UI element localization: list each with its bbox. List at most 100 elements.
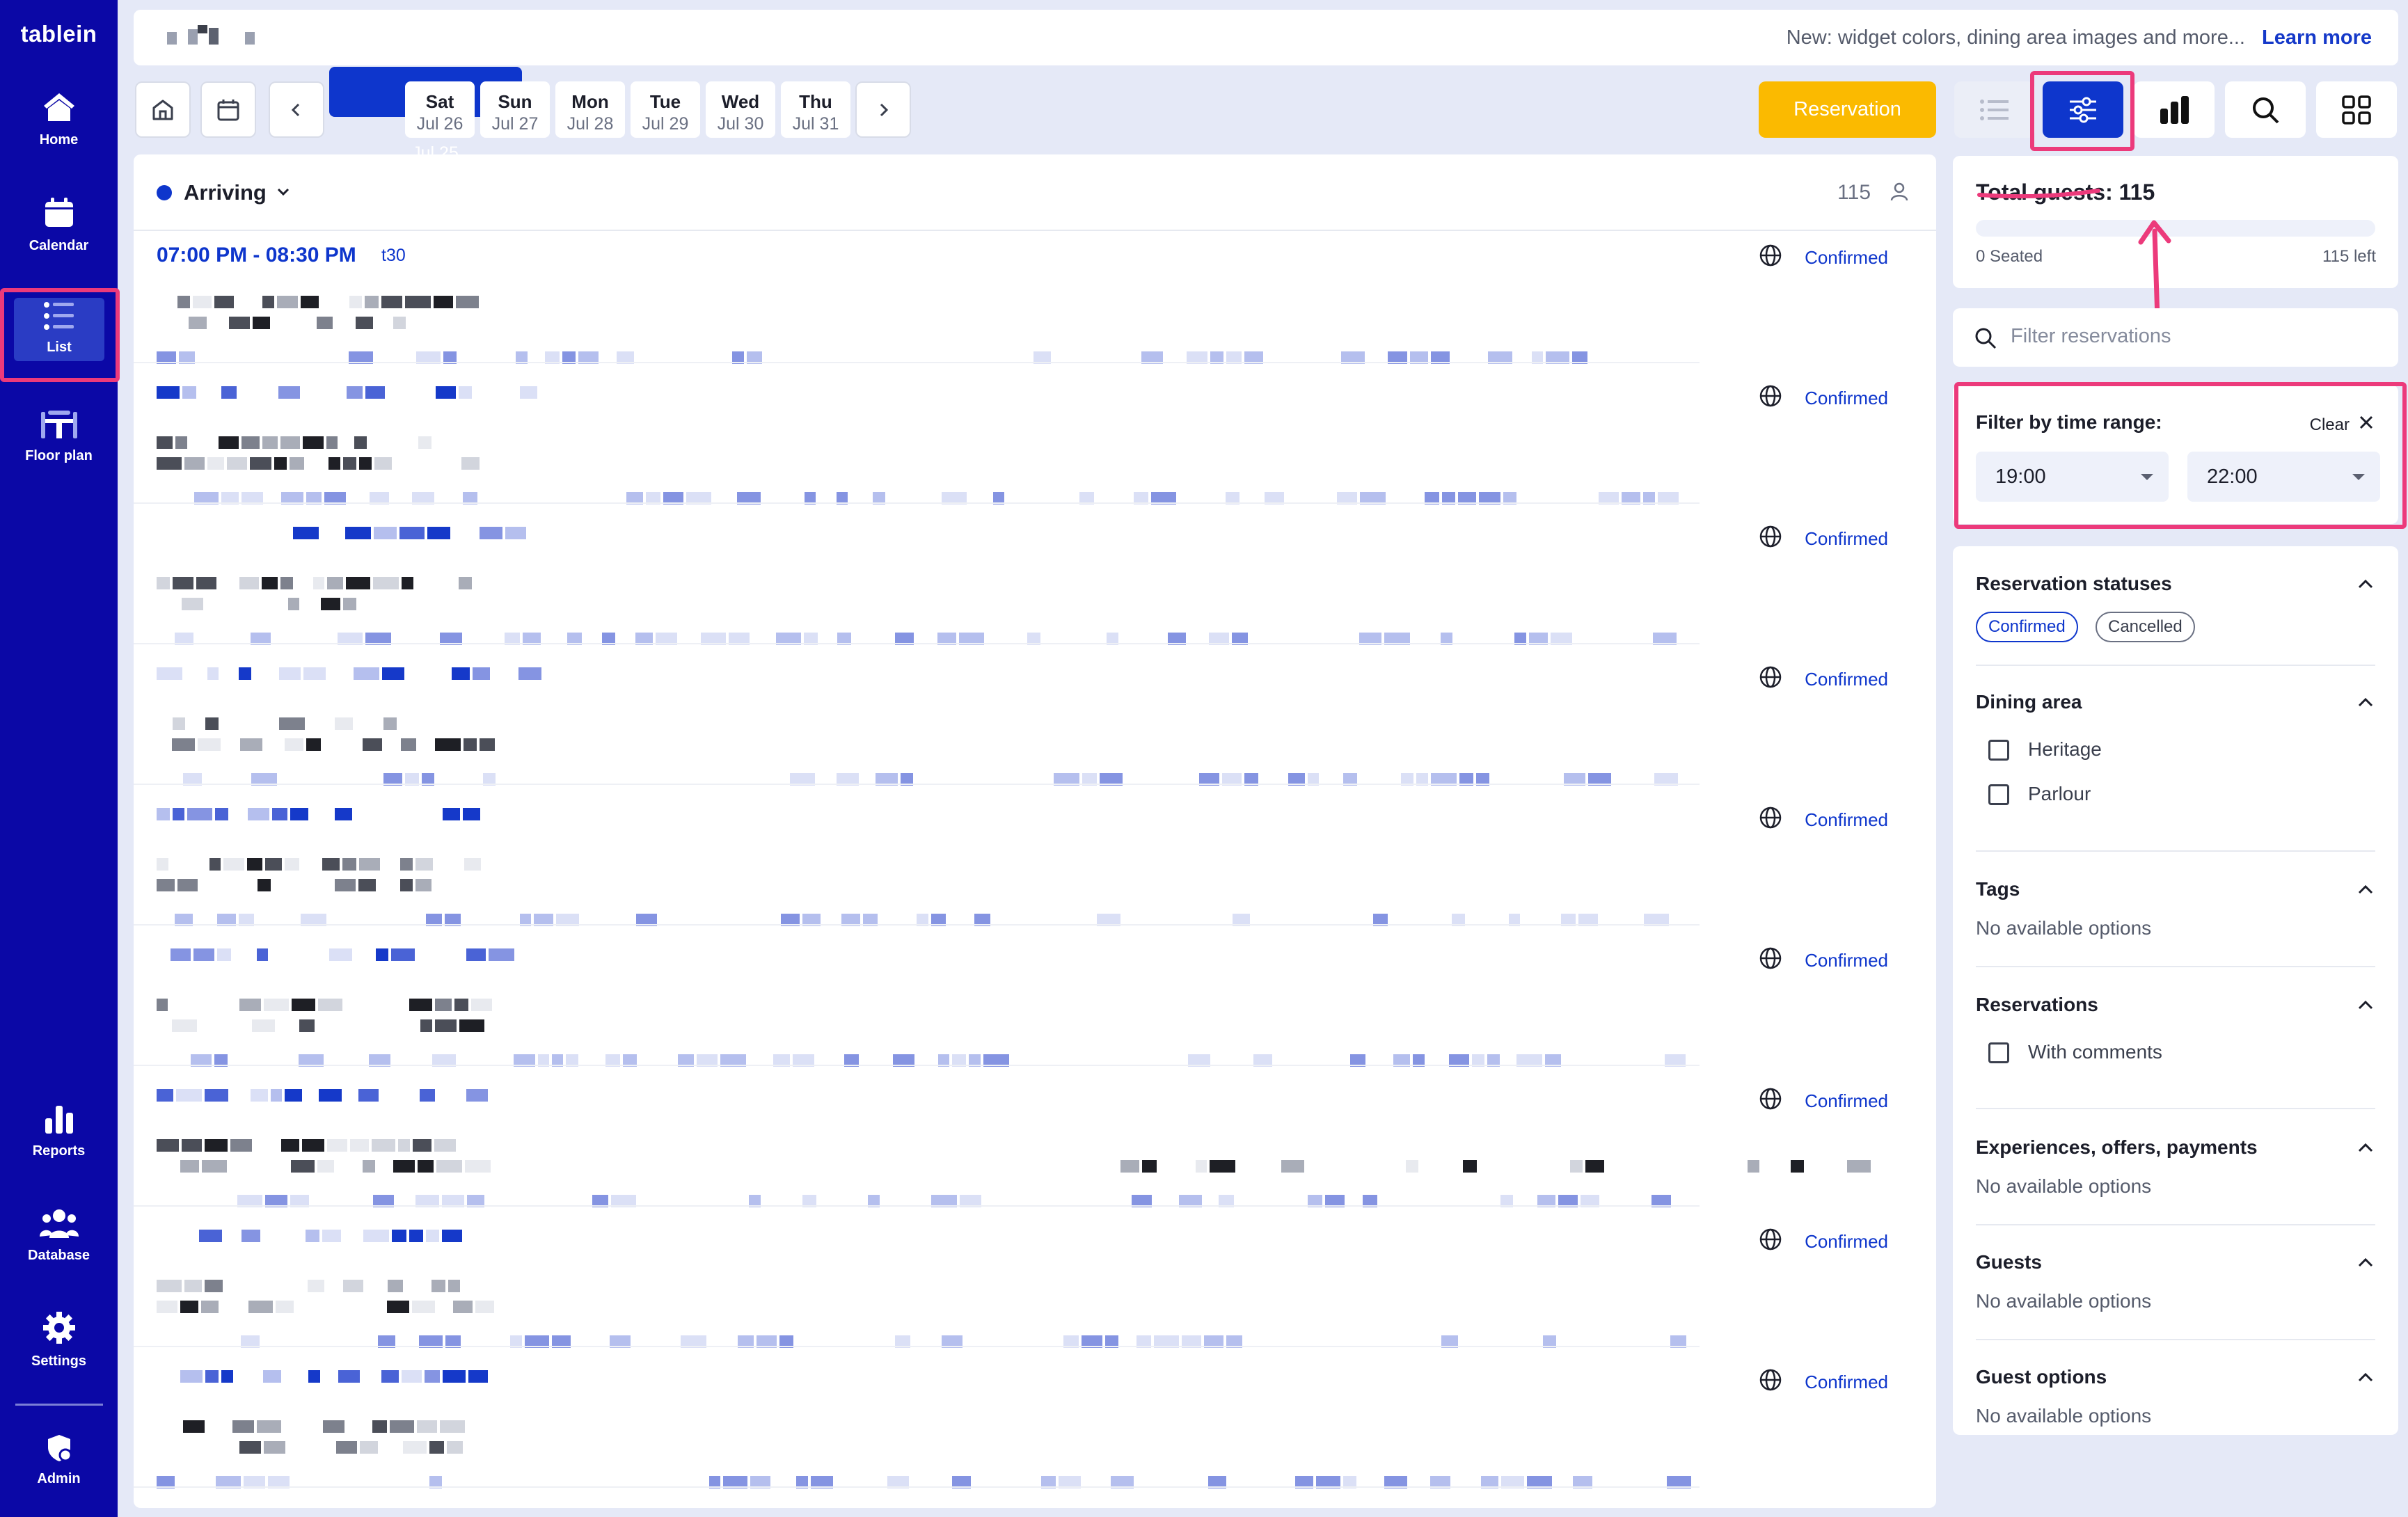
close-icon[interactable] — [2358, 414, 2375, 431]
sidebar-item-calendar[interactable]: Calendar — [0, 196, 118, 254]
list-icon — [1980, 99, 2009, 120]
time-range-filter: Filter by time range: Clear 19:00 22:00 — [1953, 385, 2398, 524]
globe-icon — [1759, 244, 1782, 267]
sidebar-item-label: Calendar — [29, 238, 89, 253]
globe-icon — [1759, 1088, 1782, 1110]
day-tab-sat[interactable]: Sat Jul 26 — [405, 81, 475, 138]
calendar-icon — [45, 198, 73, 227]
admin-shield-icon — [47, 1435, 72, 1462]
day-date: Jul 27 — [491, 114, 539, 134]
day-name: Tue — [649, 91, 681, 112]
day-tab-tue[interactable]: Tue Jul 29 — [631, 81, 700, 138]
no-options-text: No available options — [1976, 1405, 2152, 1427]
users-icon — [39, 1209, 79, 1238]
home-icon — [43, 93, 74, 121]
globe-icon — [1759, 1369, 1782, 1391]
sidebar-item-floor-plan[interactable]: Floor plan — [0, 409, 118, 464]
globe-icon — [1759, 947, 1782, 969]
search-icon — [1975, 328, 1997, 349]
time-to-value: 22:00 — [2207, 466, 2258, 488]
sidebar-item-reports[interactable]: Reports — [0, 1103, 118, 1159]
learn-more-link[interactable]: Learn more — [2262, 26, 2372, 49]
row-divider — [134, 1205, 1700, 1207]
search-button[interactable] — [2225, 81, 2306, 138]
status-dot — [157, 185, 172, 200]
sliders-icon — [2070, 97, 2096, 122]
time-to-select[interactable]: 22:00 — [2187, 452, 2380, 502]
filter-sections-card: Reservation statuses Confirmed Cancelled… — [1953, 546, 2398, 1435]
filter-reservations-search[interactable]: Filter reservations — [1953, 308, 2398, 367]
row-divider — [134, 784, 1700, 785]
chevron-up-icon[interactable] — [2356, 1253, 2375, 1272]
row-divider — [134, 502, 1700, 504]
sidebar-item-label: List — [47, 340, 72, 355]
reservation-status: Confirmed — [1805, 388, 1888, 408]
sidebar-item-admin[interactable]: Admin — [0, 1433, 118, 1487]
chevron-up-icon[interactable] — [2356, 1367, 2375, 1387]
checkbox-parlour[interactable] — [1988, 784, 2009, 805]
chevron-up-icon[interactable] — [2356, 1138, 2375, 1157]
checkbox-label: Heritage — [2028, 738, 2102, 760]
filters-button[interactable] — [2043, 81, 2123, 138]
calendar-outline-icon — [217, 99, 239, 120]
chevron-up-icon[interactable] — [2356, 880, 2375, 899]
prev-week-button[interactable] — [269, 81, 324, 138]
divider — [1976, 1224, 2375, 1225]
time-from-select[interactable]: 19:00 — [1976, 452, 2169, 502]
sidebar-item-home[interactable]: Home — [0, 90, 118, 148]
grid-view-button[interactable] — [2316, 81, 2397, 138]
row-divider — [134, 362, 1700, 363]
section-title: Tags — [1976, 878, 2020, 900]
globe-icon — [1759, 385, 1782, 407]
day-name: Thu — [799, 91, 832, 112]
sidebar-item-database[interactable]: Database — [0, 1207, 118, 1264]
row-divider — [134, 1346, 1700, 1347]
sidebar-item-settings[interactable]: Settings — [0, 1310, 118, 1369]
section-title: Reservation statuses — [1976, 573, 2172, 594]
date-picker-button[interactable] — [200, 81, 256, 138]
home-outline-icon — [152, 100, 173, 120]
today-button[interactable] — [135, 81, 191, 138]
status-chip-cancelled[interactable]: Cancelled — [2096, 612, 2195, 642]
no-options-text: No available options — [1976, 917, 2152, 939]
reservation-status: Confirmed — [1805, 528, 1888, 549]
day-tab-sun[interactable]: Sun Jul 27 — [480, 81, 550, 138]
clear-time-range-button[interactable]: Clear — [2310, 415, 2350, 435]
chevron-up-icon[interactable] — [2356, 692, 2375, 712]
checkbox-heritage[interactable] — [1988, 740, 2009, 761]
new-reservation-button[interactable]: Reservation — [1759, 81, 1936, 138]
stats-button[interactable] — [2134, 81, 2215, 138]
filter-reservations-placeholder: Filter reservations — [2011, 325, 2171, 347]
status-chip-confirmed[interactable]: Confirmed — [1976, 612, 2078, 642]
reservation-list-panel: Arriving 115 07:00 PM - 08:30 PM t30 Con… — [134, 154, 1936, 1508]
sidebar-item-label: Reports — [32, 1143, 86, 1159]
next-week-button[interactable] — [855, 81, 911, 138]
divider — [1976, 966, 2375, 967]
bar-chart-icon — [45, 1106, 73, 1134]
reservation-status: Confirmed — [1805, 1372, 1888, 1392]
checkbox-with-comments[interactable] — [1988, 1042, 2009, 1063]
arriving-filter-dropdown[interactable]: Arriving — [184, 180, 267, 205]
day-date: Jul 26 — [416, 114, 464, 134]
sidebar-item-label: Admin — [37, 1471, 81, 1486]
day-tab-mon[interactable]: Mon Jul 28 — [555, 81, 625, 138]
reservation-status: Confirmed — [1805, 669, 1888, 690]
globe-icon — [1759, 807, 1782, 829]
day-date: Jul 29 — [642, 114, 689, 134]
section-title: Guests — [1976, 1251, 2042, 1273]
sidebar-item-label: Home — [39, 132, 79, 148]
tablein-logo[interactable]: tablein — [0, 21, 118, 47]
chevron-down-icon[interactable] — [275, 184, 292, 200]
section-title: Experiences, offers, payments — [1976, 1136, 2258, 1158]
reservation-status: Confirmed — [1805, 809, 1888, 830]
news-text: New: widget colors, dining area images a… — [1786, 26, 2245, 49]
day-tab-wed[interactable]: Wed Jul 30 — [706, 81, 775, 138]
sidebar-item-label: Floor plan — [25, 448, 93, 463]
sidebar-item-list[interactable]: List — [14, 298, 104, 361]
chevron-up-icon[interactable] — [2356, 995, 2375, 1015]
list-view-button[interactable] — [1954, 81, 2035, 138]
sidebar: tablein Home Calendar List Floor plan Re… — [0, 0, 118, 1517]
day-tab-thu[interactable]: Thu Jul 31 — [781, 81, 850, 138]
chevron-up-icon[interactable] — [2356, 574, 2375, 594]
no-options-text: No available options — [1976, 1175, 2152, 1197]
